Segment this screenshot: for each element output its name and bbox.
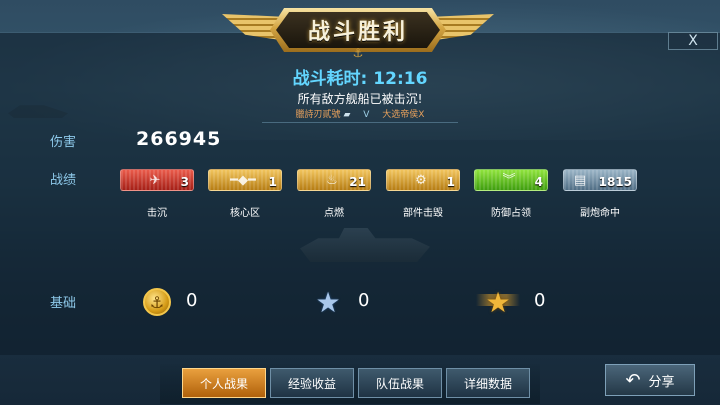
badge-caption: 核心区 xyxy=(230,208,260,219)
badge-secondary[interactable]: ▤ 1815 xyxy=(563,169,637,191)
badge-caption: 点燃 xyxy=(324,208,344,219)
title-plate-inner: 战斗胜利 xyxy=(276,12,440,48)
badge-caption: 副炮命中 xyxy=(580,208,620,219)
gold-star-value: 0 xyxy=(534,290,546,311)
torpedo-icon: ━◆━ xyxy=(230,173,256,188)
blue-star-icon: ★ xyxy=(315,285,341,319)
share-button[interactable]: ↶ 分享 xyxy=(605,364,695,396)
badge-defense[interactable]: ︾ 4 xyxy=(474,169,548,191)
anchor-icon: ⚓ xyxy=(352,46,364,60)
battle-background xyxy=(0,0,720,405)
close-button[interactable]: X xyxy=(668,32,718,50)
gold-star-icon: ★ xyxy=(485,285,511,319)
matchup-line: 臘詩刃貳號 ▰ V 大选帝侯X xyxy=(0,107,720,120)
badge-caption: 防御占领 xyxy=(491,208,531,219)
badge-count: 4 xyxy=(534,175,543,189)
fire-icon: ♨ xyxy=(326,173,338,188)
flag-icon: ▰ xyxy=(343,110,351,120)
badge-sink[interactable]: ✈ 3 xyxy=(120,169,194,191)
tab-team-results[interactable]: 队伍战果 xyxy=(358,368,442,398)
badge-caption: 击沉 xyxy=(147,208,167,219)
tab-detailed-data[interactable]: 详细数据 xyxy=(446,368,530,398)
summary-divider xyxy=(262,122,458,123)
blue-star-value: 0 xyxy=(358,290,370,311)
victory-header: 战斗胜利 ⚓ xyxy=(222,2,494,60)
damage-value: 266945 xyxy=(136,128,222,150)
coin-icon: ⚓ xyxy=(143,288,171,316)
badge-count: 21 xyxy=(349,175,366,189)
right-wing-decoration xyxy=(436,14,494,40)
left-wing-decoration xyxy=(222,14,280,40)
chevron-icon: ︾ xyxy=(502,173,516,188)
tab-personal-results[interactable]: 个人战果 xyxy=(182,368,266,398)
opponent-name: 大选帝侯X xyxy=(382,110,425,120)
victory-message: 所有敌方舰船已被击沉! xyxy=(297,92,423,106)
share-label: 分享 xyxy=(648,374,675,390)
plane-icon: ✈ xyxy=(149,173,161,188)
coin-value: 0 xyxy=(186,290,198,311)
duration-value: 12:16 xyxy=(373,69,428,89)
tab-experience[interactable]: 经验收益 xyxy=(270,368,354,398)
gear-icon: ⚙ xyxy=(415,173,427,188)
damage-label: 伤害 xyxy=(50,135,77,150)
share-arrow-icon: ↶ xyxy=(625,369,641,391)
badge-module[interactable]: ⚙ 1 xyxy=(386,169,460,191)
player-name: 臘詩刃貳號 xyxy=(295,110,341,120)
battle-duration: 战斗耗时: 12:16 xyxy=(0,64,720,89)
victory-title: 战斗胜利 xyxy=(307,20,408,45)
badge-caption: 部件击毁 xyxy=(403,208,443,219)
basic-label: 基础 xyxy=(50,296,77,311)
badge-count: 1 xyxy=(446,175,455,189)
turret-icon: ▤ xyxy=(573,173,587,188)
record-label: 战绩 xyxy=(50,173,77,188)
badge-ignite[interactable]: ♨ 21 xyxy=(297,169,371,191)
badge-count: 3 xyxy=(180,175,189,189)
badge-core[interactable]: ━◆━ 1 xyxy=(208,169,282,191)
badge-count: 1 xyxy=(268,175,277,189)
vs-label: V xyxy=(363,110,370,120)
badge-count: 1815 xyxy=(598,175,632,189)
duration-label: 战斗耗时: xyxy=(292,69,368,89)
